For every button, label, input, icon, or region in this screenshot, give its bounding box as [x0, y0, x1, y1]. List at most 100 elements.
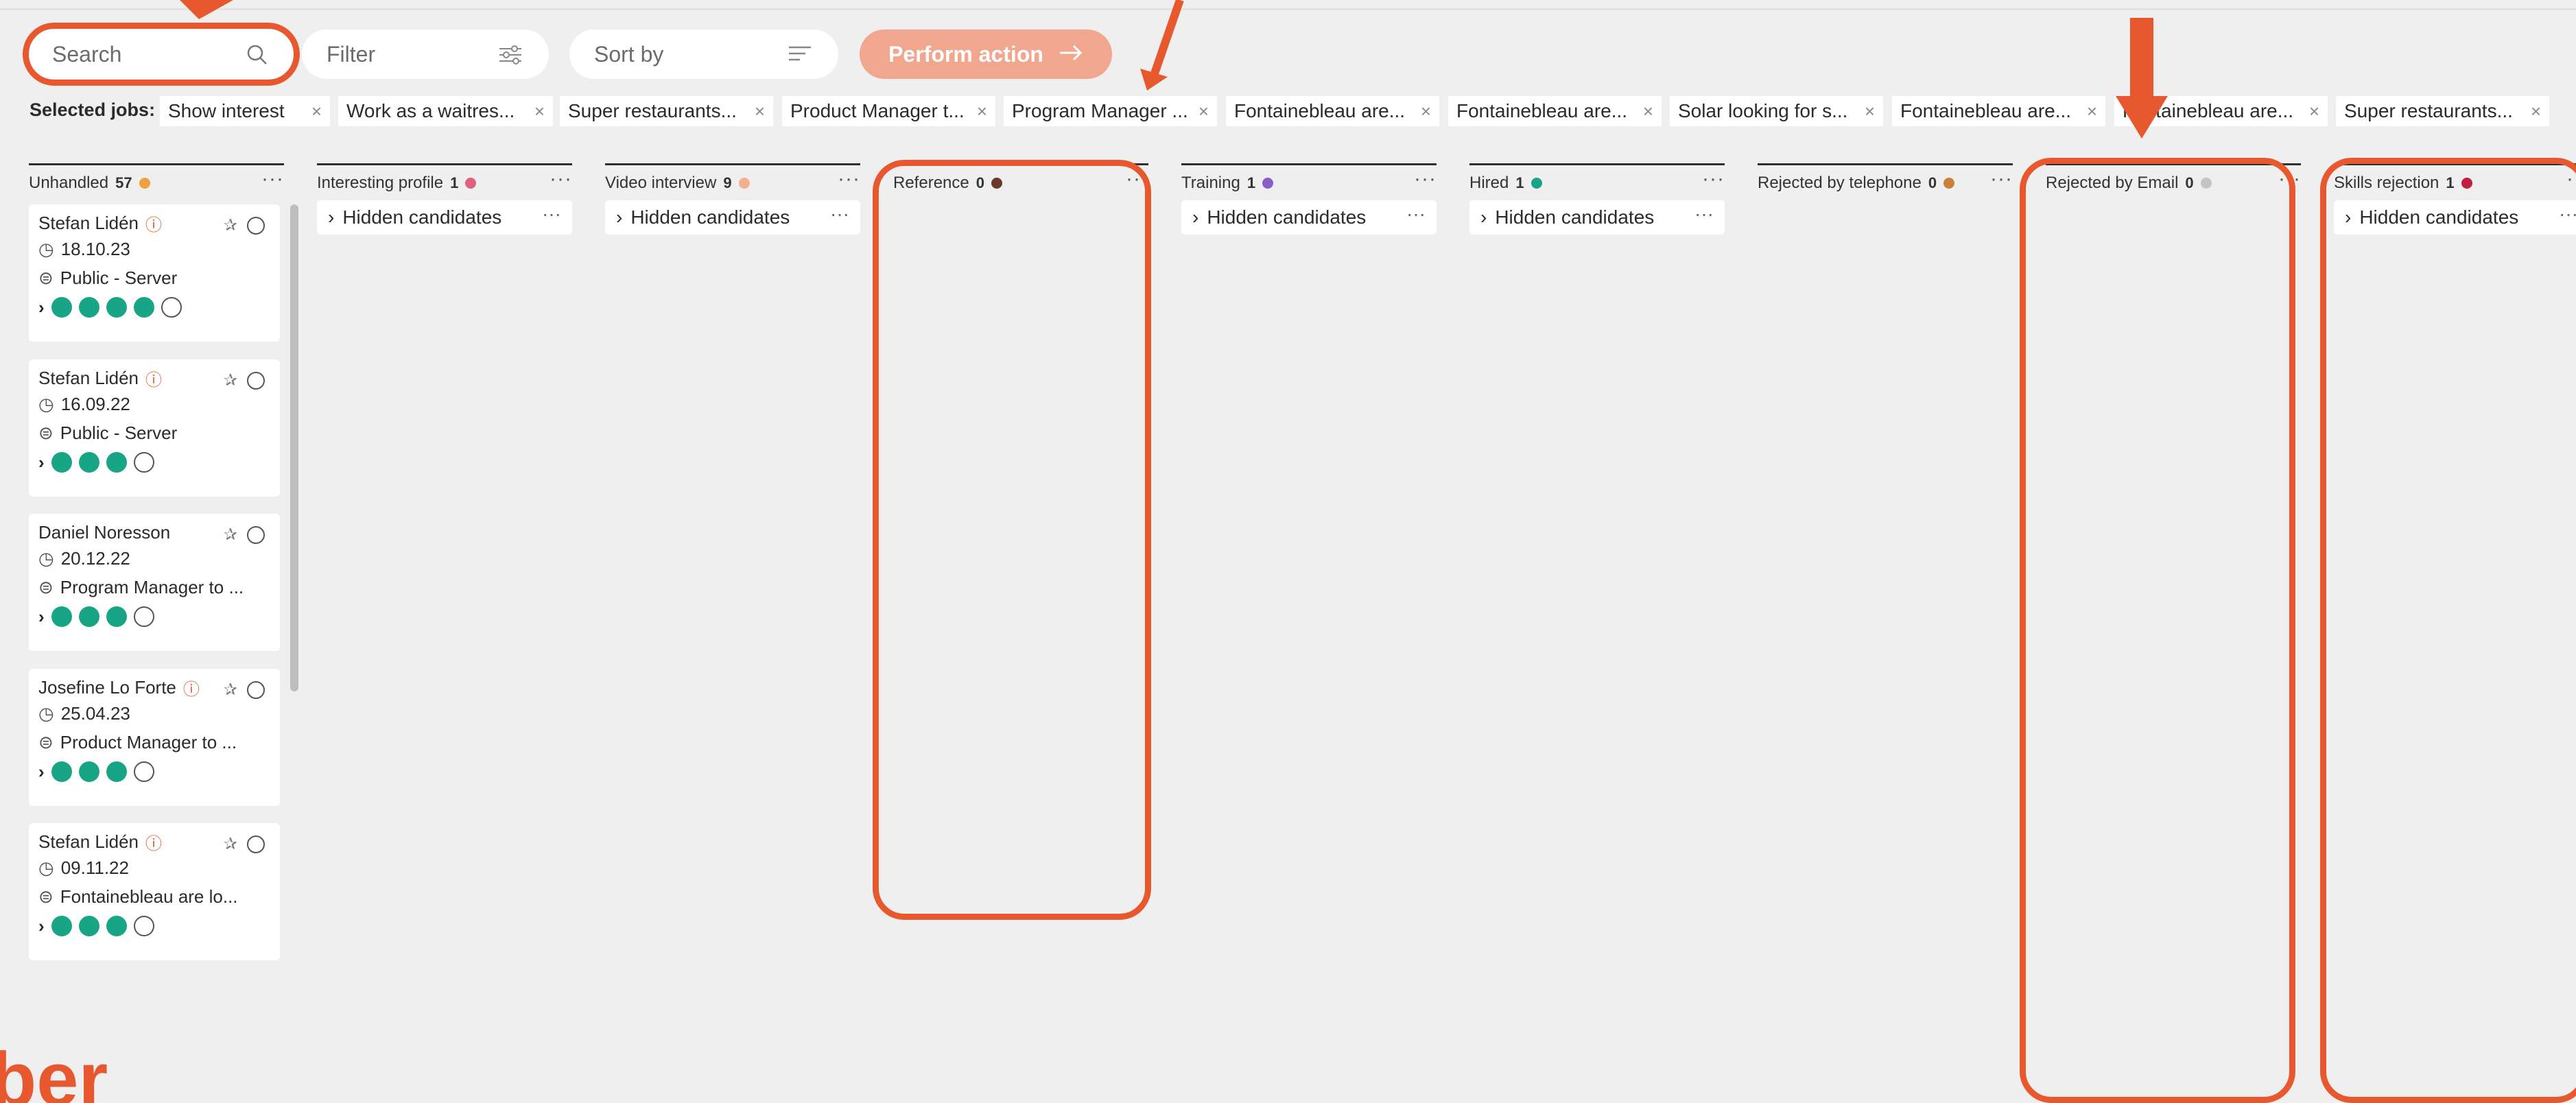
- column-count: 0: [1928, 174, 1937, 191]
- column-scrollbar[interactable]: [290, 204, 298, 691]
- more-options-icon[interactable]: ···: [1702, 167, 1725, 191]
- pin-icon[interactable]: ✰: [224, 834, 237, 854]
- column-header: Training 1 ···: [1181, 163, 1437, 196]
- hidden-candidates-toggle[interactable]: › Hidden candidates ···: [605, 200, 860, 235]
- candidate-job: Product Manager to ...: [60, 731, 237, 752]
- more-options-icon[interactable]: ···: [1406, 203, 1426, 225]
- more-options-icon[interactable]: ···: [1990, 167, 2013, 191]
- hidden-candidates-label: Hidden candidates: [1207, 206, 1367, 228]
- status-dot: [465, 177, 477, 189]
- warning-icon: ⓘ: [145, 215, 163, 235]
- status-icon[interactable]: [78, 761, 99, 782]
- comment-icon[interactable]: [133, 606, 154, 627]
- expand-chevron-icon[interactable]: ›: [38, 297, 45, 318]
- candidate-card[interactable]: Stefan Lidén ⓘ ✰ ◷ 09.11.22 ⊜ Fontainebleau ar…: [29, 823, 280, 960]
- status-icon[interactable]: [106, 916, 127, 936]
- comment-icon[interactable]: [161, 297, 182, 318]
- candidate-name: Stefan Lidén: [38, 831, 139, 852]
- column-title: Interesting profile: [317, 173, 444, 192]
- candidate-card[interactable]: Josefine Lo Forte ⓘ ✰ ◷ 25.04.23 ⊜ Product Man…: [29, 669, 280, 806]
- pipeline-column: Interesting profile 1 ··· › Hidden candidate…: [317, 163, 572, 235]
- status-dot: [1531, 177, 1542, 189]
- warning-icon: ⓘ: [182, 680, 200, 699]
- column-count: 9: [723, 174, 732, 191]
- status-icon[interactable]: [133, 297, 154, 318]
- comment-icon[interactable]: [133, 916, 154, 936]
- candidate-job: Public - Server: [60, 267, 178, 288]
- status-dot: [1943, 177, 1955, 189]
- column-header: Unhandled 57 ···: [29, 163, 284, 196]
- more-options-icon[interactable]: ···: [830, 203, 849, 225]
- column-title: Hired: [1469, 173, 1509, 192]
- hidden-candidates-toggle[interactable]: › Hidden candidates ···: [1469, 200, 1725, 235]
- status-icon[interactable]: [78, 606, 99, 627]
- candidate-card[interactable]: Stefan Lidén ⓘ ✰ ◷ 16.09.22 ⊜ Public - Server ›: [29, 359, 280, 497]
- clock-icon: ◷: [38, 238, 54, 259]
- column-title: Unhandled: [29, 173, 109, 192]
- select-circle-icon[interactable]: [247, 835, 265, 853]
- candidate-date: 25.04.23: [60, 702, 130, 724]
- hidden-candidates-toggle[interactable]: › Hidden candidates ···: [1181, 200, 1437, 235]
- column-header: Hired 1 ···: [1469, 163, 1725, 196]
- select-circle-icon[interactable]: [247, 680, 265, 699]
- candidate-job: Fontainebleau are lo...: [60, 886, 238, 907]
- clock-icon: ◷: [38, 857, 54, 878]
- expand-chevron-icon[interactable]: ›: [38, 916, 45, 937]
- status-icon[interactable]: [78, 916, 99, 936]
- hidden-candidates-toggle[interactable]: › Hidden candidates ···: [317, 200, 572, 235]
- hidden-candidates-label: Hidden candidates: [1495, 206, 1655, 228]
- column-header: Rejected by telephone 0 ···: [1758, 163, 2013, 196]
- status-dot: [1262, 177, 1274, 189]
- more-options-icon[interactable]: ···: [550, 167, 572, 191]
- expand-chevron-icon[interactable]: ›: [38, 452, 45, 473]
- more-options-icon[interactable]: ···: [261, 167, 284, 191]
- warning-icon: ⓘ: [145, 834, 163, 853]
- status-dot: [738, 177, 750, 189]
- comment-icon[interactable]: [133, 761, 154, 782]
- select-circle-icon[interactable]: [247, 216, 265, 235]
- expand-chevron-icon[interactable]: ›: [38, 606, 45, 628]
- hidden-candidates-label: Hidden candidates: [630, 206, 790, 228]
- candidate-date: 16.09.22: [60, 393, 130, 414]
- status-icon[interactable]: [78, 452, 99, 473]
- column-header: Interesting profile 1 ···: [317, 163, 572, 196]
- highlight-reference-column: [873, 160, 1151, 920]
- hidden-candidates-label: Hidden candidates: [342, 206, 502, 228]
- candidate-job: Public - Server: [60, 422, 178, 443]
- status-icon[interactable]: [51, 606, 72, 627]
- more-options-icon[interactable]: ···: [542, 203, 561, 225]
- status-icon[interactable]: [78, 297, 99, 318]
- pin-icon[interactable]: ✰: [224, 215, 237, 235]
- status-icon[interactable]: [51, 916, 72, 936]
- more-options-icon[interactable]: ···: [1414, 167, 1437, 191]
- select-circle-icon[interactable]: [247, 371, 265, 390]
- job-icon: ⊜: [38, 731, 54, 752]
- status-icon[interactable]: [51, 761, 72, 782]
- job-icon: ⊜: [38, 576, 54, 597]
- candidate-name: Stefan Lidén: [38, 212, 139, 233]
- pin-icon[interactable]: ✰: [224, 680, 237, 700]
- more-options-icon[interactable]: ···: [838, 167, 860, 191]
- warning-icon: ⓘ: [145, 370, 163, 390]
- chevron-right-icon: ›: [1192, 206, 1199, 228]
- status-icon[interactable]: [51, 452, 72, 473]
- more-options-icon[interactable]: ···: [1694, 203, 1714, 225]
- candidate-name: Stefan Lidén: [38, 367, 139, 388]
- pipeline-column: Video interview 9 ··· › Hidden candidates ···: [605, 163, 860, 235]
- status-icon[interactable]: [106, 297, 127, 318]
- pipeline-column: Unhandled 57 ···: [29, 163, 284, 196]
- status-icon[interactable]: [106, 761, 127, 782]
- comment-icon[interactable]: [133, 452, 154, 473]
- status-icon[interactable]: [106, 606, 127, 627]
- pin-icon[interactable]: ✰: [224, 370, 237, 390]
- candidate-card[interactable]: Daniel Noresson ✰ ◷ 20.12.22 ⊜ Program Manage…: [29, 514, 280, 651]
- pin-icon[interactable]: ✰: [224, 525, 237, 545]
- candidate-name: Daniel Noresson: [38, 521, 171, 543]
- status-icon[interactable]: [51, 297, 72, 318]
- candidate-card[interactable]: Stefan Lidén ⓘ ✰ ◷ 18.10.23 ⊜ Public - Server ›: [29, 204, 280, 342]
- highlight-skills-rejection-column: [2320, 158, 2576, 1103]
- status-icon[interactable]: [106, 452, 127, 473]
- candidate-job: Program Manager to ...: [60, 576, 244, 597]
- expand-chevron-icon[interactable]: ›: [38, 761, 45, 783]
- select-circle-icon[interactable]: [247, 525, 265, 544]
